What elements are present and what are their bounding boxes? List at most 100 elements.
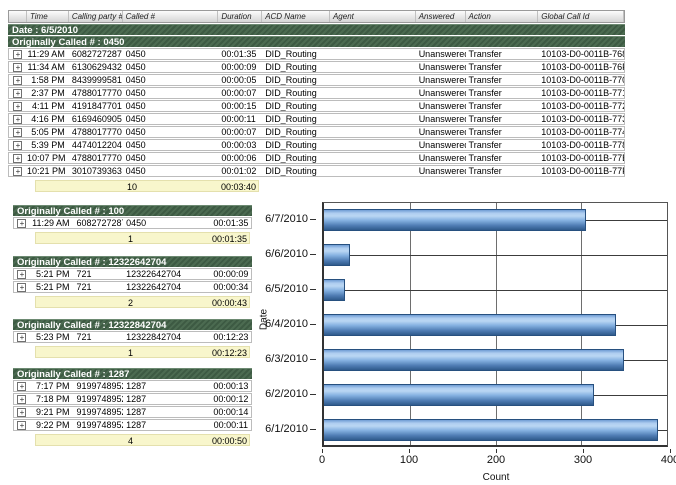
chart-category-label: 6/5/2010: [254, 272, 316, 307]
cell-duration: 00:00:09: [210, 269, 251, 279]
cell-time: 11:29 AM: [27, 49, 69, 59]
cell-time: 5:23 PM: [30, 332, 74, 342]
header-cell: Time: [27, 11, 69, 22]
cell-calling-party: 721: [74, 269, 124, 279]
cell-global-call-id: 10103-D0-0011B-77E: [538, 153, 624, 163]
expand-icon[interactable]: +: [17, 333, 26, 342]
summary-count: 10: [123, 181, 219, 191]
cell-time: 7:17 PM: [30, 381, 74, 391]
expand-icon[interactable]: +: [13, 128, 22, 137]
cell-global-call-id: 10103-D0-0011B-773: [538, 114, 624, 124]
chart-bar-row: [324, 378, 667, 413]
cell-calling-party: 9199748952: [74, 420, 124, 430]
cell-calling-party: 6082727287: [74, 218, 124, 228]
cell-time: 5:05 PM: [27, 127, 69, 137]
expand-icon[interactable]: +: [13, 167, 22, 176]
expand-icon[interactable]: +: [17, 421, 26, 430]
cell-calling-party: 4788017770: [69, 153, 123, 163]
group-summary-row: 1 00:12:23: [35, 346, 250, 358]
summary-spacer: [36, 233, 124, 243]
expand-icon[interactable]: +: [13, 141, 22, 150]
expand-icon[interactable]: +: [13, 50, 22, 59]
cell-agent: [330, 166, 416, 176]
summary-duration: 00:03:40: [219, 181, 258, 191]
cell-called: 12322642704: [123, 269, 210, 279]
table-row: + 11:34 AM 6130629432 0450 00:00:09 DID_…: [8, 61, 625, 73]
table-header-row: TimeCalling party #Called #DurationACD N…: [8, 10, 625, 23]
expand-icon[interactable]: +: [13, 102, 22, 111]
chart-bar: [324, 384, 594, 406]
cell-called: 0450: [123, 153, 219, 163]
cell-calling-party: 721: [74, 332, 124, 342]
chart-category-label: 6/2/2010: [254, 377, 316, 412]
table-row: + 9:22 PM 9199748952 1287 00:00:11: [13, 419, 252, 431]
group-table: Originally Called # : 1287 + 7:17 PM 919…: [13, 367, 252, 446]
chart-bar-row: [324, 413, 667, 448]
cell-acd-name: DID_Routing: [262, 153, 330, 163]
header-cell: Answered: [416, 11, 466, 22]
chart-y-tick: [310, 324, 316, 325]
cell-agent: [330, 114, 416, 124]
cell-action: Transfer: [466, 166, 539, 176]
expand-cell: +: [14, 282, 30, 292]
table-row: + 10:21 PM 3010739363 0450 00:01:02 DID_…: [8, 165, 625, 177]
cell-duration: 00:00:07: [218, 127, 262, 137]
expand-icon[interactable]: +: [17, 408, 26, 417]
chart-category-label: 6/3/2010: [254, 342, 316, 377]
cell-global-call-id: 10103-D0-0011B-778: [538, 140, 624, 150]
cell-acd-name: DID_Routing: [262, 166, 330, 176]
expand-cell: +: [9, 140, 27, 150]
cell-calling-party: 9199748952: [74, 394, 124, 404]
cell-acd-name: DID_Routing: [262, 49, 330, 59]
cell-global-call-id: 10103-D0-0011B-768: [538, 49, 624, 59]
chart-category-label: 6/6/2010: [254, 237, 316, 272]
cell-action: Transfer: [466, 127, 539, 137]
header-cell: Global Call Id: [538, 11, 624, 22]
cell-duration: 00:00:34: [210, 282, 251, 292]
chart-category-gridline: [324, 255, 667, 256]
expand-icon[interactable]: +: [13, 63, 22, 72]
called-group-band: Originally Called # : 1287: [13, 368, 252, 379]
cell-global-call-id: 10103-D0-0011B-772: [538, 101, 624, 111]
header-cell: Action: [466, 11, 539, 22]
group-table: Originally Called # : 12322842704 + 5:23…: [13, 318, 252, 358]
cell-called: 12322642704: [123, 282, 210, 292]
cell-called: 0450: [123, 62, 219, 72]
cell-calling-party: 4788017770: [69, 127, 123, 137]
expand-icon[interactable]: +: [17, 283, 26, 292]
chart-y-tick: [310, 289, 316, 290]
header-cell: Called #: [123, 11, 219, 22]
cell-acd-name: DID_Routing: [262, 101, 330, 111]
expand-icon[interactable]: +: [17, 270, 26, 279]
cell-time: 10:07 PM: [27, 153, 69, 163]
cell-time: 4:11 PM: [27, 101, 69, 111]
expand-icon[interactable]: +: [13, 89, 22, 98]
chart-category-label: 6/7/2010: [254, 202, 316, 237]
expand-cell: +: [9, 166, 27, 176]
expand-icon[interactable]: +: [17, 382, 26, 391]
cell-acd-name: DID_Routing: [262, 75, 330, 85]
expand-icon[interactable]: +: [17, 395, 26, 404]
chart-category-labels: 6/7/20106/6/20106/5/20106/4/20106/3/2010…: [254, 202, 316, 447]
cell-duration: 00:00:15: [218, 101, 262, 111]
cell-duration: 00:12:23: [210, 332, 251, 342]
expand-icon[interactable]: +: [17, 219, 26, 228]
expand-icon[interactable]: +: [13, 154, 22, 163]
header-cell-expand: [9, 11, 27, 22]
table-row: + 10:07 PM 4788017770 0450 00:00:06 DID_…: [8, 152, 625, 164]
cell-calling-party: 6169460905: [69, 114, 123, 124]
table-rows: + 11:29 AM 6082727287 0450 00:01:35 DID_…: [8, 48, 625, 177]
cell-action: Transfer: [466, 153, 539, 163]
chart-y-tick: [310, 219, 316, 220]
summary-duration: 00:01:35: [212, 233, 249, 243]
expand-icon[interactable]: +: [13, 115, 22, 124]
expand-cell: +: [14, 269, 30, 279]
summary-spacer: [36, 347, 124, 357]
group-table: Originally Called # : 12322642704 + 5:21…: [13, 255, 252, 308]
header-cell: Agent: [330, 11, 416, 22]
expand-icon[interactable]: +: [13, 76, 22, 85]
cell-action: Transfer: [466, 49, 539, 59]
cell-answered: Unanswered: [416, 62, 466, 72]
chart-bar: [324, 314, 616, 336]
chart-category-gridline: [324, 290, 667, 291]
